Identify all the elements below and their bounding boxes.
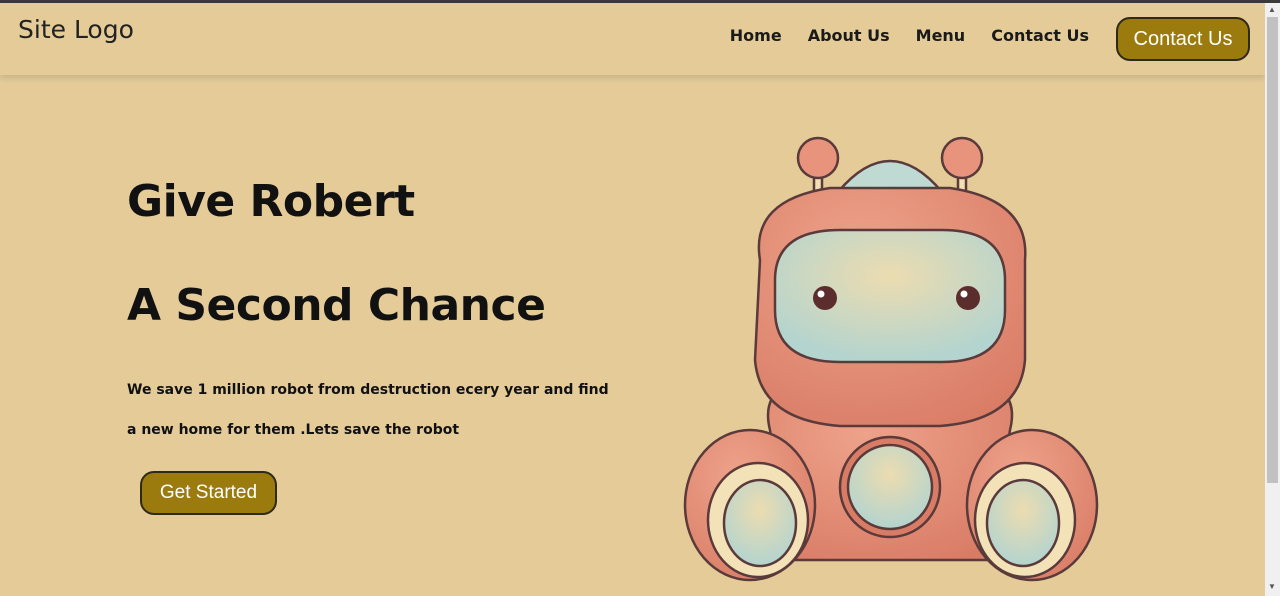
site-logo[interactable]: Site Logo — [18, 15, 134, 44]
nav-contact-us[interactable]: Contact Us — [991, 26, 1089, 45]
scroll-up-arrow-icon[interactable]: ▲ — [1268, 6, 1276, 14]
main-nav: Home About Us Menu Contact Us — [730, 26, 1089, 45]
scroll-thumb[interactable] — [1267, 17, 1278, 483]
nav-about-us[interactable]: About Us — [808, 26, 890, 45]
hero-description-line-2: a new home for them .Lets save the robot — [127, 422, 460, 438]
contact-us-button[interactable]: Contact Us — [1116, 17, 1250, 61]
hero-title-line-1: Give Robert — [127, 176, 415, 227]
get-started-button[interactable]: Get Started — [140, 471, 277, 515]
robot-illustration — [683, 136, 1099, 582]
hero-title-line-2: A Second Chance — [127, 280, 546, 331]
hero-description-line-1: We save 1 million robot from destruction… — [127, 382, 609, 398]
nav-menu[interactable]: Menu — [916, 26, 966, 45]
scroll-down-arrow-icon[interactable]: ▼ — [1268, 583, 1276, 591]
site-header: Site Logo Home About Us Menu Contact Us … — [0, 3, 1265, 75]
nav-home[interactable]: Home — [730, 26, 782, 45]
vertical-scrollbar[interactable]: ▲ ▼ — [1265, 3, 1280, 596]
